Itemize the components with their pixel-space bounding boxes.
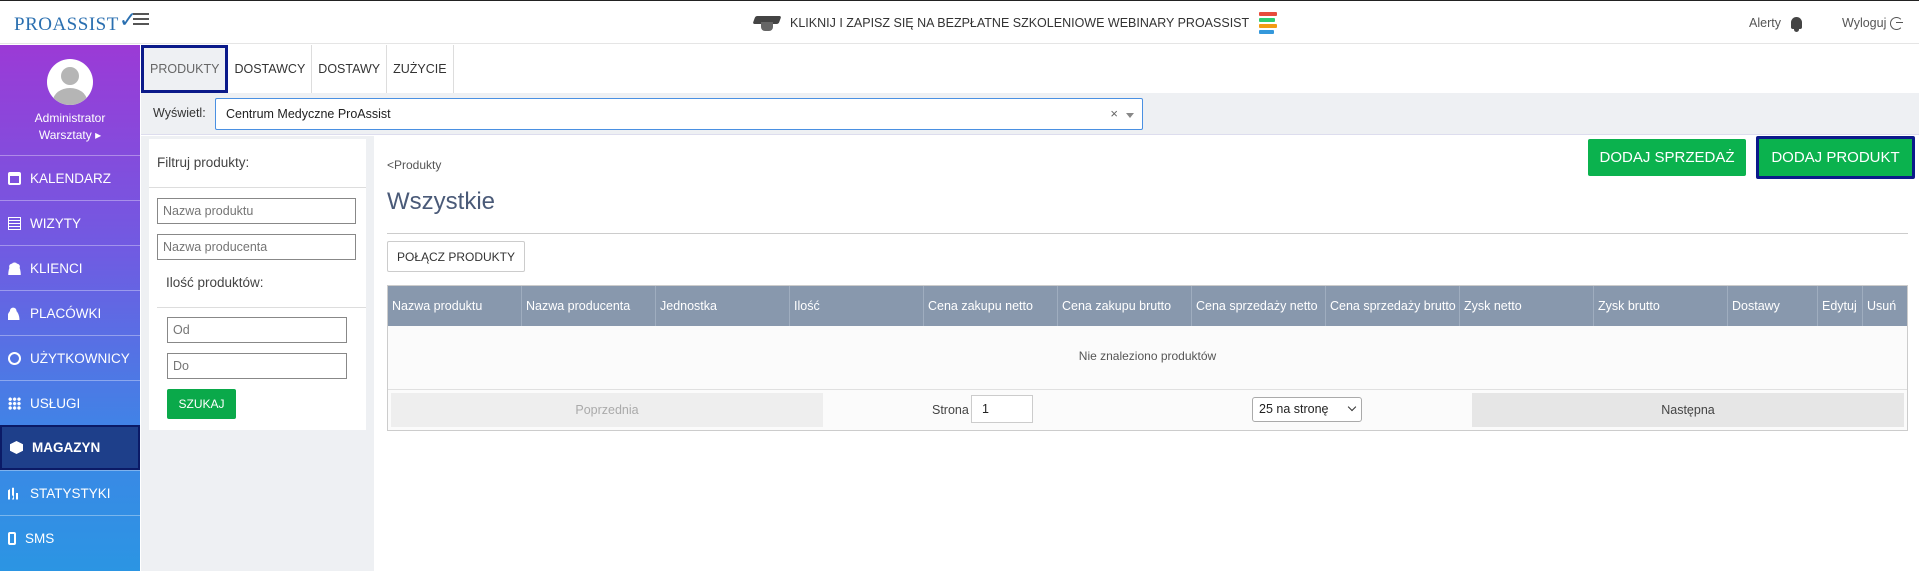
sidebar-item-uslugi[interactable]: USŁUGI [0,380,140,425]
tab-dostawcy[interactable]: DOSTAWCY [228,45,313,93]
sidebar: Administrator Warsztaty ▸ KALENDARZ WIZY… [0,45,140,571]
divider [387,233,1908,234]
column-header[interactable]: Cena zakupu brutto [1058,286,1192,326]
user-workshop-link[interactable]: Warsztaty ▸ [0,127,140,144]
location-select-value: Centrum Medyczne ProAssist [226,107,391,121]
sidebar-item-magazyn[interactable]: MAGAZYN [0,425,140,470]
sidebar-item-label: STATYSTYKI [30,485,111,501]
add-user-icon [8,306,21,320]
tab-zuzycie[interactable]: ZUŻYCIE [387,45,454,93]
tab-dostawy[interactable]: DOSTAWY [312,45,388,93]
sidebar-item-kalendarz[interactable]: KALENDARZ [0,155,140,200]
sidebar-nav: KALENDARZ WIZYTY KLIENCI PLACÓWKI UŻYTKO… [0,155,140,560]
divider [149,187,366,188]
product-name-input[interactable] [157,198,356,224]
books-icon [1259,12,1279,34]
column-header[interactable]: Ilość [790,286,924,326]
sidebar-item-klienci[interactable]: KLIENCI [0,245,140,290]
merge-products-button[interactable]: POŁĄCZ PRODUKTY [387,241,525,272]
table-header: Nazwa produktu Nazwa producenta Jednostk… [388,286,1907,326]
hamburger-menu-icon[interactable] [133,13,149,29]
phone-icon [8,531,16,545]
banner-text[interactable]: KLIKNIJ I ZAPISZ SIĘ NA BEZPŁATNE SZKOLE… [790,16,1249,30]
display-label: Wyświetl: [153,106,206,120]
chevron-down-icon[interactable] [1126,113,1134,118]
sidebar-item-statystyki[interactable]: STATYSTYKI [0,470,140,515]
pagination: Poprzednia Strona 1 25 na stronę Następn… [388,389,1907,430]
column-header[interactable]: Nazwa produktu [388,286,522,326]
top-bar: PROASSIST✓ KLIKNIJ I ZAPISZ SIĘ NA BEZPŁ… [0,0,1919,44]
column-header[interactable]: Dostawy [1728,286,1818,326]
page-label: Strona [932,403,969,417]
logout-icon [1890,16,1904,30]
quantity-title: Ilość produktów: [166,275,264,290]
page-title: Wszystkie [387,188,495,215]
empty-message: Nie znaleziono produktów [1078,349,1217,363]
sidebar-item-label: SMS [25,530,55,546]
add-sale-button[interactable]: DODAJ SPRZEDAŻ [1588,139,1746,176]
quantity-from-input[interactable] [167,317,347,343]
column-header[interactable]: Zysk netto [1460,286,1594,326]
list-icon [8,216,21,230]
page-number-input[interactable]: 1 [971,395,1033,423]
table-row: Nie znaleziono produktów [388,326,1907,389]
column-header: Usuń [1867,299,1897,313]
filter-title: Filtruj produkty: [157,155,250,170]
search-button[interactable]: SZUKAJ [167,389,236,419]
next-page-button[interactable]: Następna [1472,393,1904,427]
graduation-cap-icon [752,14,782,32]
sidebar-item-uzytkownicy[interactable]: UŻYTKOWNICY [0,335,140,380]
sidebar-item-label: KLIENCI [30,260,83,276]
avatar [47,59,93,105]
producer-name-input[interactable] [157,234,356,260]
users-icon [8,261,21,275]
webinar-banner[interactable]: KLIKNIJ I ZAPISZ SIĘ NA BEZPŁATNE SZKOLE… [752,12,1279,34]
location-select[interactable]: Centrum Medyczne ProAssist × [215,98,1143,130]
logout-label: Wyloguj [1842,16,1887,30]
page-size-value: 25 na stronę [1259,402,1329,416]
sidebar-item-label: KALENDARZ [30,170,112,186]
clear-selection-icon[interactable]: × [1110,106,1118,121]
grid-icon [8,396,21,410]
column-header[interactable]: Zysk brutto [1594,286,1728,326]
page-size-select[interactable]: 25 na stronę [1252,397,1362,422]
sidebar-item-label: PLACÓWKI [30,305,102,321]
column-header[interactable]: Cena sprzedaży netto [1192,286,1326,326]
user-name: Administrator [34,111,106,125]
product-filter-panel: Filtruj produkty: Ilość produktów: SZUKA… [149,139,366,430]
box-icon [10,441,23,454]
sidebar-item-label: MAGAZYN [32,440,101,455]
divider [157,307,366,308]
column-header[interactable]: Cena zakupu netto [924,286,1058,326]
column-header[interactable]: Nazwa producenta [522,286,656,326]
alerts-link[interactable]: Alerty [1749,16,1802,32]
products-table: Nazwa produktu Nazwa producenta Jednostk… [387,285,1908,431]
breadcrumb[interactable]: <Produkty [387,158,441,172]
sidebar-item-label: USŁUGI [30,395,81,411]
sidebar-item-label: UŻYTKOWNICY [30,350,130,366]
logo[interactable]: PROASSIST✓ [14,7,138,36]
sidebar-item-label: WIZYTY [30,215,81,231]
filter-bar: Wyświetl: Centrum Medyczne ProAssist × [141,93,1919,135]
alerts-label: Alerty [1749,16,1781,30]
sidebar-item-placowki[interactable]: PLACÓWKI [0,290,140,335]
calendar-icon [8,171,21,185]
column-header[interactable]: Jednostka [656,286,790,326]
tab-produkty[interactable]: PRODUKTY [141,45,229,93]
previous-page-button[interactable]: Poprzednia [391,393,823,427]
add-product-button[interactable]: DODAJ PRODUKT [1756,136,1915,179]
user-circle-icon [8,351,21,365]
chevron-down-icon [1347,402,1357,412]
sidebar-item-wizyty[interactable]: WIZYTY [0,200,140,245]
sidebar-item-sms[interactable]: SMS [0,515,140,560]
bar-chart-icon [8,487,19,500]
logout-link[interactable]: Wyloguj [1842,16,1904,30]
column-header: Edytuj [1818,286,1863,326]
quantity-to-input[interactable] [167,353,347,379]
bell-icon [1790,17,1802,32]
tab-bar: PRODUKTY DOSTAWCY DOSTAWY ZUŻYCIE [141,45,454,93]
column-header[interactable]: Cena sprzedaży brutto [1326,286,1460,326]
